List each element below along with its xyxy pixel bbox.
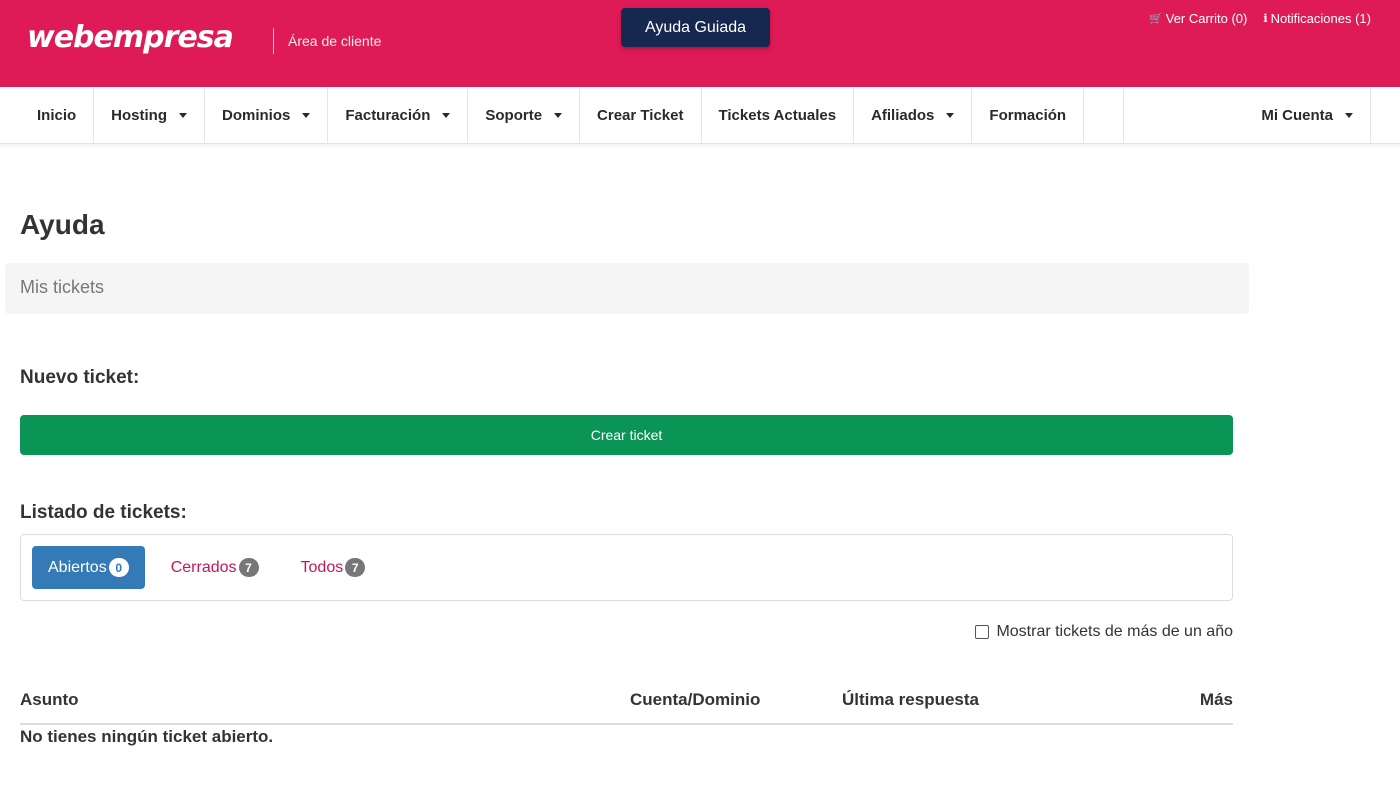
- notifications-link[interactable]: i Notificaciones (1): [1263, 11, 1371, 26]
- count-badge: 7: [345, 558, 366, 577]
- tickets-table-header: Asunto Cuenta/Dominio Última respuesta M…: [20, 688, 1233, 725]
- nav-item-label: Dominios: [222, 107, 291, 124]
- nav-item-afiliados[interactable]: Afiliados: [854, 87, 973, 144]
- nav-item-soporte[interactable]: Soporte: [468, 87, 581, 144]
- count-badge: 0: [108, 558, 129, 577]
- show-old-checkbox[interactable]: [975, 625, 990, 639]
- caret-down-icon: [554, 113, 563, 118]
- nav-item-label: Facturación: [345, 107, 431, 124]
- cart-link[interactable]: 🛒 Ver Carrito (0): [1149, 11, 1247, 26]
- nav-account: Mi Cuenta: [1123, 87, 1371, 144]
- ticket-list-heading: Listado de tickets:: [20, 502, 187, 523]
- caret-down-icon: [1345, 113, 1353, 118]
- logo-divider: [273, 28, 274, 54]
- nav-item-label: Mi Cuenta: [1261, 107, 1333, 124]
- caret-down-icon: [179, 113, 187, 118]
- nav-list: Inicio Hosting Dominios Facturación Sopo…: [20, 87, 1085, 144]
- cart-icon: 🛒: [1149, 13, 1163, 25]
- tab-cerrados[interactable]: Cerrados 7: [155, 546, 275, 589]
- nav-item-tickets-actuales[interactable]: Tickets Actuales: [702, 87, 855, 144]
- column-header-asunto[interactable]: Asunto: [20, 690, 79, 710]
- nav-item-label: Afiliados: [871, 107, 935, 124]
- nav-item-label: Inicio: [37, 107, 77, 124]
- caret-down-icon: [302, 113, 311, 118]
- tab-label: Cerrados: [170, 558, 237, 576]
- nav-item-facturacion[interactable]: Facturación: [328, 87, 469, 144]
- nav-item-mi-cuenta[interactable]: Mi Cuenta: [1123, 87, 1371, 144]
- tab-label: Abiertos: [48, 558, 107, 576]
- nav-item-label: Crear Ticket: [597, 107, 684, 124]
- guided-help-button[interactable]: Ayuda Guiada: [621, 8, 770, 47]
- nav-item-formacion[interactable]: Formación: [972, 87, 1085, 144]
- tab-label: Todos: [300, 558, 344, 576]
- show-old-tickets-option: Mostrar tickets de más de un año: [975, 623, 1233, 641]
- column-header-ultima-respuesta[interactable]: Última respuesta: [842, 690, 979, 710]
- nav-item-hosting[interactable]: Hosting: [94, 87, 205, 144]
- new-ticket-heading: Nuevo ticket:: [20, 367, 140, 388]
- tab-abiertos[interactable]: Abiertos 0: [32, 546, 145, 589]
- webempresa-logo[interactable]: webempresa: [27, 20, 234, 55]
- nav-item-label: Formación: [989, 107, 1067, 124]
- logo-subtitle: Área de cliente: [288, 33, 382, 49]
- main-nav: Inicio Hosting Dominios Facturación Sopo…: [0, 87, 1400, 144]
- nav-item-inicio[interactable]: Inicio: [20, 87, 95, 144]
- show-old-label[interactable]: Mostrar tickets de más de un año: [996, 623, 1233, 641]
- nav-item-dominios[interactable]: Dominios: [205, 87, 329, 144]
- caret-down-icon: [946, 113, 955, 118]
- ticket-tabs: Abiertos 0 Cerrados 7 Todos 7: [20, 534, 1233, 601]
- notifications-label: Notificaciones (1): [1270, 11, 1371, 26]
- info-icon: i: [1263, 12, 1268, 25]
- nav-item-label: Tickets Actuales: [718, 107, 837, 124]
- top-links: 🛒 Ver Carrito (0) i Notificaciones (1): [1149, 11, 1371, 26]
- column-header-mas[interactable]: Más: [1200, 690, 1233, 710]
- nav-item-crear-ticket[interactable]: Crear Ticket: [580, 87, 702, 144]
- top-header: webempresa Área de cliente Ayuda Guiada …: [0, 0, 1400, 87]
- column-header-cuenta-dominio[interactable]: Cuenta/Dominio: [630, 690, 760, 710]
- tab-todos[interactable]: Todos 7: [285, 546, 382, 589]
- create-ticket-button[interactable]: Crear ticket: [20, 415, 1233, 455]
- page-title: Ayuda: [20, 209, 105, 240]
- breadcrumb-current: Mis tickets: [20, 277, 105, 297]
- caret-down-icon: [442, 113, 451, 118]
- count-badge: 7: [238, 558, 259, 577]
- nav-item-label: Hosting: [111, 107, 167, 124]
- cart-label: Ver Carrito (0): [1165, 11, 1248, 26]
- empty-tickets-message: No tienes ningún ticket abierto.: [20, 727, 274, 746]
- breadcrumb: Mis tickets: [5, 263, 1249, 314]
- nav-item-label: Soporte: [485, 107, 543, 124]
